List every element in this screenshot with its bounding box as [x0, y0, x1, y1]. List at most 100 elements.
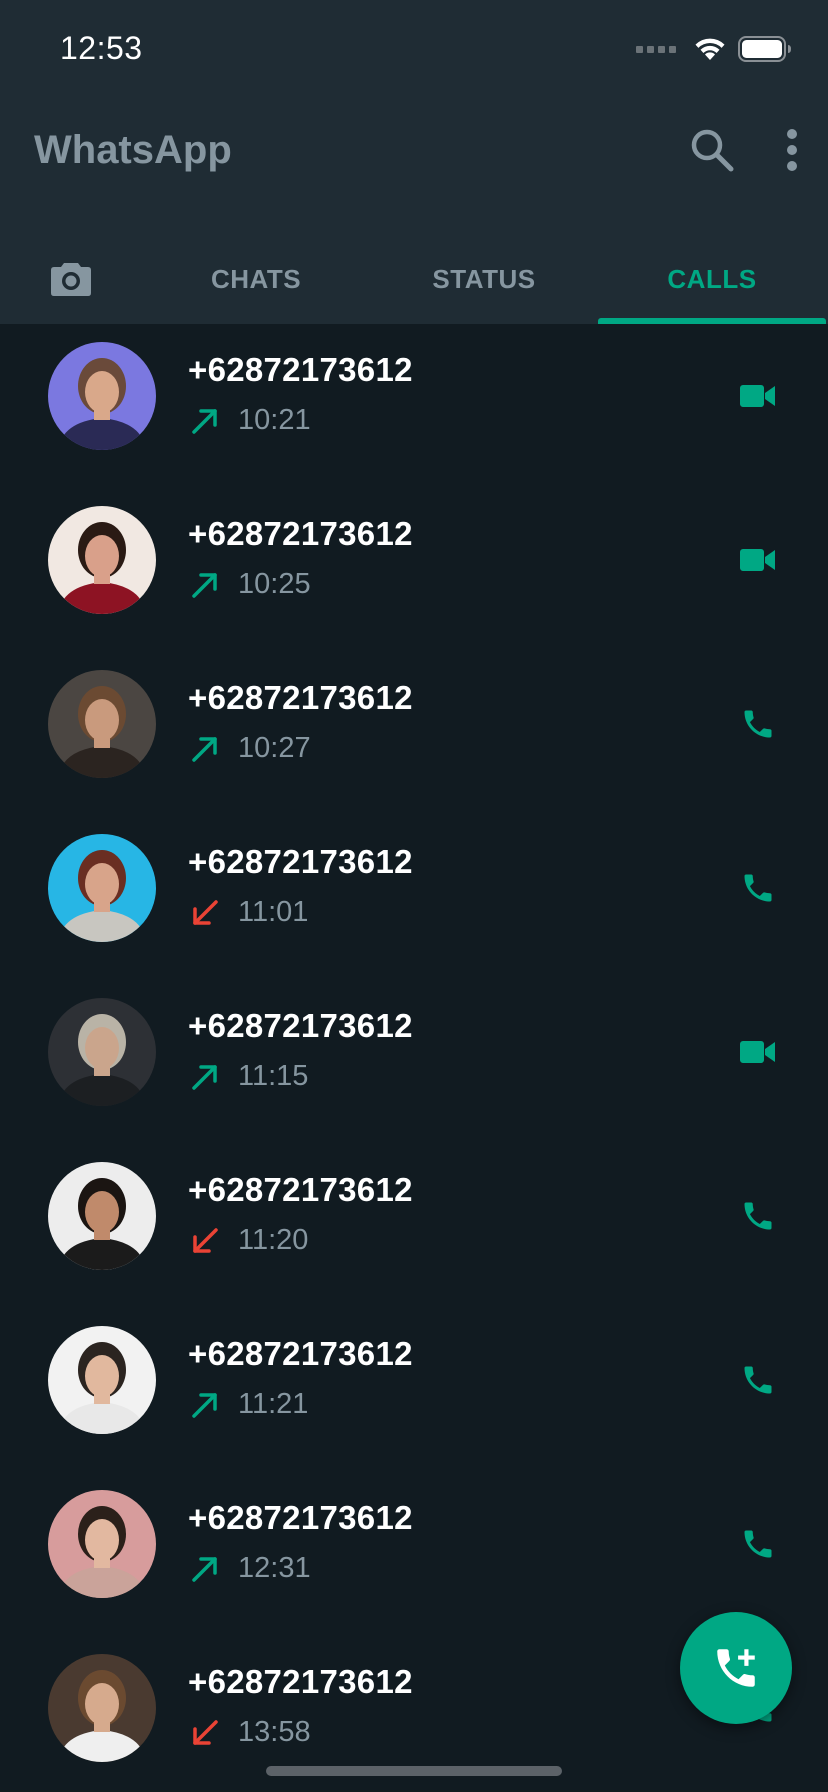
missed-call-arrow-icon — [193, 899, 218, 925]
call-row[interactable]: +62872173612 10:27 — [0, 652, 828, 816]
voice-call-icon — [744, 1530, 772, 1558]
voice-call-button[interactable] — [738, 1360, 778, 1400]
tab-status[interactable]: STATUS — [370, 234, 598, 324]
call-meta: 10:21 — [190, 404, 311, 437]
header: 12:53 WhatsApp CHATS STATUS CALLS — [0, 0, 828, 324]
tab-calls[interactable]: CALLS — [598, 234, 826, 324]
call-meta: 11:01 — [190, 896, 308, 929]
call-row[interactable]: +62872173612 10:21 — [0, 324, 828, 488]
avatar[interactable] — [48, 1654, 156, 1762]
call-time: 13:58 — [238, 1716, 311, 1748]
outgoing-call-arrow-icon — [192, 572, 217, 598]
avatar-portrait — [48, 834, 156, 942]
call-row[interactable]: +62872173612 11:15 — [0, 980, 828, 1144]
call-time: 10:21 — [238, 404, 311, 436]
call-meta: 11:20 — [190, 1224, 308, 1257]
avatar[interactable] — [48, 998, 156, 1106]
search-icon — [691, 129, 734, 172]
voice-call-button[interactable] — [738, 1196, 778, 1236]
video-call-icon — [740, 1041, 775, 1063]
contact-name: +62872173612 — [188, 1499, 413, 1536]
search-button[interactable] — [688, 126, 736, 174]
tab-bar: CHATS STATUS CALLS — [0, 234, 828, 324]
avatar-portrait — [48, 1490, 156, 1598]
new-call-button[interactable] — [680, 1612, 792, 1724]
cellular-signal-icon — [636, 45, 676, 53]
app-actions — [688, 126, 798, 174]
call-list: +62872173612 10:21 +62872173612 10:25 +62872… — [0, 324, 828, 1792]
contact-name: +62872173612 — [188, 1335, 413, 1372]
call-time: 11:15 — [238, 1060, 309, 1092]
avatar-portrait — [48, 1654, 156, 1762]
call-time: 10:27 — [238, 732, 311, 764]
voice-call-icon — [744, 710, 772, 738]
wifi-icon — [695, 38, 725, 60]
avatar[interactable] — [48, 1490, 156, 1598]
avatar-portrait — [48, 998, 156, 1106]
voice-call-icon — [744, 874, 772, 902]
contact-name: +62872173612 — [188, 1007, 413, 1044]
missed-call-arrow-icon — [193, 1719, 218, 1745]
status-time: 12:53 — [60, 30, 143, 66]
video-call-button[interactable] — [738, 376, 778, 416]
avatar[interactable] — [48, 342, 156, 450]
status-icons — [636, 36, 792, 62]
app-bar: WhatsApp — [0, 100, 828, 210]
call-time: 11:01 — [238, 896, 309, 928]
contact-name: +62872173612 — [188, 351, 413, 388]
tab-camera[interactable] — [0, 234, 142, 324]
contact-name: +62872173612 — [188, 1171, 413, 1208]
call-meta: 10:27 — [190, 732, 311, 765]
call-time: 11:21 — [238, 1388, 309, 1420]
tab-calls-label: CALLS — [667, 263, 757, 294]
avatar[interactable] — [48, 1162, 156, 1270]
home-indicator — [266, 1766, 562, 1776]
voice-call-button[interactable] — [738, 704, 778, 744]
tab-chats-label: CHATS — [210, 263, 302, 294]
avatar-portrait — [48, 1326, 156, 1434]
call-meta: 13:58 — [190, 1716, 311, 1749]
call-meta: 11:15 — [190, 1060, 308, 1093]
voice-call-icon — [744, 1366, 772, 1394]
call-meta: 11:21 — [190, 1388, 308, 1421]
call-time: 12:31 — [238, 1552, 311, 1584]
avatar-portrait — [48, 342, 156, 450]
call-row[interactable]: +62872173612 11:01 — [0, 816, 828, 980]
outgoing-call-arrow-icon — [192, 1064, 217, 1090]
call-meta: 10:25 — [190, 568, 311, 601]
camera-icon — [51, 263, 91, 296]
contact-name: +62872173612 — [188, 1663, 413, 1700]
call-time: 10:25 — [238, 568, 311, 600]
call-row[interactable]: +62872173612 11:21 — [0, 1308, 828, 1472]
voice-call-icon — [744, 1202, 772, 1230]
missed-call-arrow-icon — [193, 1227, 218, 1253]
call-row[interactable]: +62872173612 12:31 — [0, 1472, 828, 1636]
app-title: WhatsApp — [34, 128, 232, 172]
avatar[interactable] — [48, 506, 156, 614]
outgoing-call-arrow-icon — [192, 408, 217, 434]
add-call-icon — [717, 1649, 755, 1687]
status-bar: 12:53 — [0, 0, 828, 100]
voice-call-button[interactable] — [738, 1524, 778, 1564]
contact-name: +62872173612 — [188, 679, 413, 716]
contact-name: +62872173612 — [188, 515, 413, 552]
voice-call-button[interactable] — [738, 868, 778, 908]
avatar[interactable] — [48, 834, 156, 942]
tab-status-label: STATUS — [432, 263, 536, 294]
avatar[interactable] — [48, 1326, 156, 1434]
more-options-button[interactable] — [786, 128, 798, 172]
call-row[interactable]: +62872173612 11:20 — [0, 1144, 828, 1308]
call-time: 11:20 — [238, 1224, 309, 1256]
avatar[interactable] — [48, 670, 156, 778]
video-call-icon — [740, 385, 775, 407]
video-call-button[interactable] — [738, 540, 778, 580]
video-call-button[interactable] — [738, 1032, 778, 1072]
avatar-portrait — [48, 506, 156, 614]
call-row[interactable]: +62872173612 10:25 — [0, 488, 828, 652]
contact-name: +62872173612 — [188, 843, 413, 880]
tab-chats[interactable]: CHATS — [142, 234, 370, 324]
battery-icon — [738, 36, 791, 62]
more-vertical-icon — [787, 129, 797, 171]
avatar-portrait — [48, 670, 156, 778]
outgoing-call-arrow-icon — [192, 1392, 217, 1418]
